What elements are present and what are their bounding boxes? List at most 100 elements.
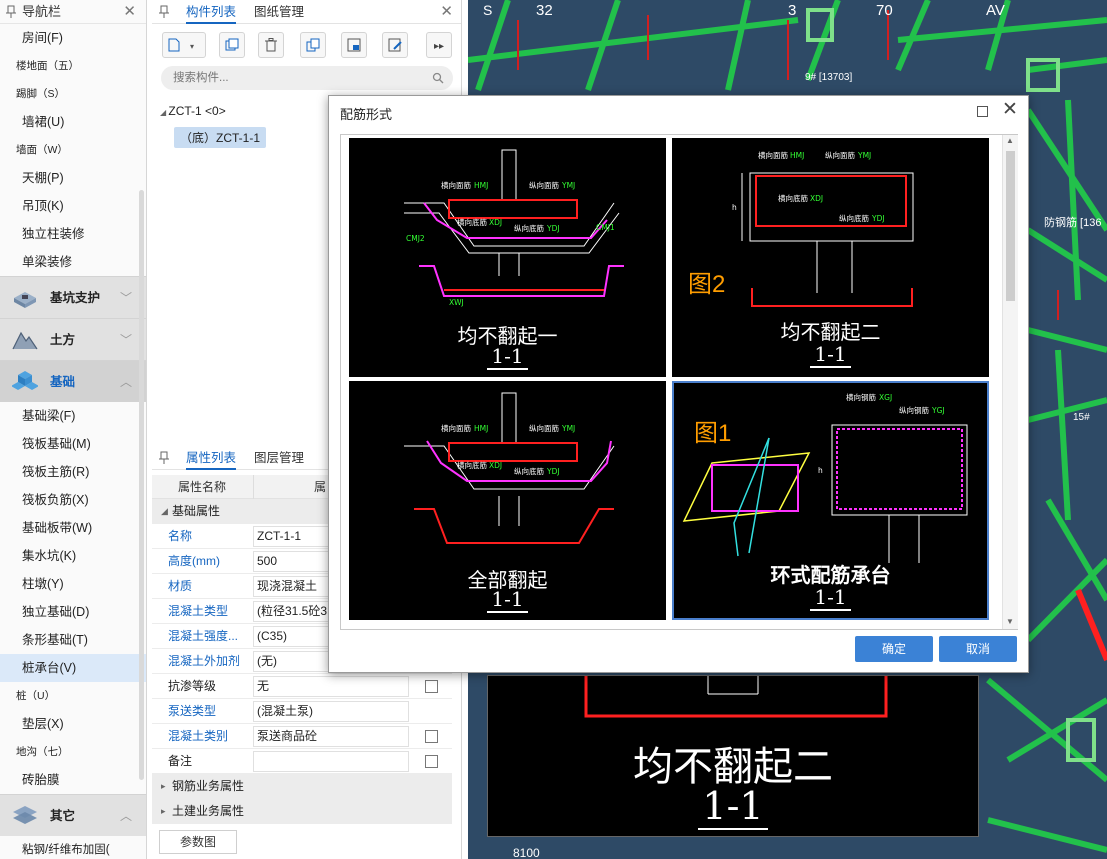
nav-item-foundation-7[interactable]: 独立基础(D): [0, 598, 146, 626]
annotation: 横向底筋: [457, 217, 487, 227]
nav-item-decoration-5[interactable]: 天棚(P): [0, 164, 146, 192]
nav-scrollbar[interactable]: [139, 190, 144, 780]
option-card-ring-rebar[interactable]: 横向钢筋 XGJ 纵向钢筋 YGJ h 图1 环式配筋承台 1-1: [672, 381, 989, 620]
more-button[interactable]: ▸▸: [426, 32, 452, 58]
nav-item-decoration-1[interactable]: 楼地面（五）: [0, 52, 146, 80]
annotation: XDJ: [810, 194, 823, 203]
nav-item-foundation-12[interactable]: 地沟（七）: [0, 738, 146, 766]
component-tabs: 构件列表 图纸管理 ✕: [152, 0, 461, 24]
property-checkbox[interactable]: [425, 680, 438, 693]
scroll-up-icon[interactable]: ▲: [1006, 136, 1014, 145]
property-checkbox[interactable]: [425, 730, 438, 743]
group-other-label: 其它: [50, 809, 76, 823]
chevron-down-icon: ﹀: [119, 333, 132, 347]
nav-item-foundation-13[interactable]: 砖胎膜: [0, 766, 146, 794]
annotation: XWJ: [449, 298, 464, 307]
annotation: 横向钢筋: [846, 392, 876, 402]
pin-icon[interactable]: [5, 5, 17, 19]
tab-layer-manage[interactable]: 图层管理: [254, 446, 304, 470]
axis-label: 3: [788, 2, 796, 19]
navigation-panel: 导航栏 ✕ 房间(F) 楼地面（五） 踢脚（S） 墙裙(U) 墙面（W） 天棚(P) 吊顶(…: [0, 0, 147, 859]
component-search-input[interactable]: [161, 66, 453, 90]
preview-section-label: 1-1: [488, 784, 978, 830]
property-value-field[interactable]: 无: [253, 676, 409, 697]
annotation: HMJ: [790, 151, 804, 160]
tree-node-root[interactable]: ◢ ZCT-1 <0>: [160, 104, 226, 118]
nav-item-foundation-3[interactable]: 筏板负筋(X): [0, 486, 146, 514]
close-icon[interactable]: ✕: [440, 0, 453, 24]
nav-item-steel-reinforce[interactable]: 粘钢/纤维布加固(: [0, 836, 146, 859]
scrollbar-thumb[interactable]: [1006, 151, 1015, 301]
property-value-field[interactable]: [253, 751, 409, 772]
property-name: 抗渗等级: [168, 679, 217, 693]
property-edit-button[interactable]: [382, 32, 408, 58]
nav-item-decoration-4[interactable]: 墙面（W）: [0, 136, 146, 164]
preview-drawing: 均不翻起二 1-1: [487, 675, 979, 837]
copy-button[interactable]: [219, 32, 245, 58]
property-name: 混凝土类型: [168, 604, 229, 618]
group-earthwork[interactable]: 土方 ﹀: [0, 318, 146, 360]
copy-to-floor-button[interactable]: [300, 32, 326, 58]
group-foundation[interactable]: 基础 ︿: [0, 360, 146, 402]
annotation: 横向面筋: [441, 423, 471, 433]
nav-item-foundation-10[interactable]: 桩（U）: [0, 682, 146, 710]
property-checkbox[interactable]: [425, 755, 438, 768]
expand-icon: ▸: [161, 781, 166, 791]
rebar-form-dialog: 配筋形式 ✕ 横向面筋 HMJ 纵向面筋 YMJ 横向底筋 XDJ 纵向底筋 Y…: [328, 95, 1029, 673]
gallery-scrollbar[interactable]: ▲ ▼: [1002, 135, 1018, 629]
copy-icon: [225, 38, 239, 51]
annotation: YDJ: [871, 214, 885, 223]
nav-item-decoration-3[interactable]: 墙裙(U): [0, 108, 146, 136]
nav-item-decoration-8[interactable]: 单梁装修: [0, 248, 146, 276]
maximize-icon[interactable]: [977, 106, 988, 117]
annotation: XDJ: [489, 461, 502, 470]
nav-item-foundation-11[interactable]: 垫层(X): [0, 710, 146, 738]
nav-item-foundation-1[interactable]: 筏板基础(M): [0, 430, 146, 458]
option-card-no-bend-2[interactable]: 横向面筋 HMJ 纵向面筋 YMJ 横向底筋 XDJ 纵向底筋 YDJ h 图2…: [672, 138, 989, 377]
nav-item-foundation-0[interactable]: 基础梁(F): [0, 402, 146, 430]
annotation: 横向底筋: [457, 460, 487, 470]
nav-item-decoration-2[interactable]: 踢脚（S）: [0, 80, 146, 108]
tab-drawing-manage[interactable]: 图纸管理: [254, 0, 304, 24]
axis-label: S: [483, 2, 492, 18]
property-value-field[interactable]: 泵送商品砼: [253, 726, 409, 747]
group-other[interactable]: 其它 ︿: [0, 794, 146, 836]
dimension-label: 8100: [513, 846, 540, 859]
nav-item-foundation-9[interactable]: 桩承台(V): [0, 654, 146, 682]
cancel-button[interactable]: 取消: [939, 636, 1017, 662]
parameter-diagram-button[interactable]: 参数图: [159, 830, 237, 854]
group-pit-label: 基坑支护: [50, 291, 101, 305]
delete-button[interactable]: [258, 32, 284, 58]
pin-icon[interactable]: [158, 5, 170, 19]
property-value-field[interactable]: (混凝土泵): [253, 701, 409, 722]
section-civil-properties[interactable]: ▸ 土建业务属性: [152, 799, 452, 824]
tab-property-list[interactable]: 属性列表: [186, 446, 237, 470]
nav-item-foundation-8[interactable]: 条形基础(T): [0, 626, 146, 654]
tab-component-list[interactable]: 构件列表: [186, 0, 237, 24]
axis-label: 70: [876, 2, 893, 19]
pin-icon[interactable]: [158, 451, 170, 465]
nav-item-decoration-7[interactable]: 独立柱装修: [0, 220, 146, 248]
close-icon[interactable]: ✕: [1002, 98, 1018, 121]
nav-item-foundation-6[interactable]: 柱墩(Y): [0, 570, 146, 598]
close-icon[interactable]: ✕: [123, 0, 136, 24]
scroll-down-icon[interactable]: ▼: [1006, 617, 1014, 626]
ok-button[interactable]: 确定: [855, 636, 933, 662]
nav-item-foundation-5[interactable]: 集水坑(K): [0, 542, 146, 570]
new-component-button[interactable]: ▾: [162, 32, 206, 58]
nav-item-foundation-2[interactable]: 筏板主筋(R): [0, 458, 146, 486]
option-card-no-bend-1[interactable]: 横向面筋 HMJ 纵向面筋 YMJ 横向底筋 XDJ 纵向底筋 YDJ CMJ2…: [349, 138, 666, 377]
option-card-all-bend[interactable]: 横向面筋 HMJ 纵向面筋 YMJ 横向底筋 XDJ 纵向底筋 YDJ 全部翻起…: [349, 381, 666, 620]
annotation: h: [732, 203, 737, 212]
section-rebar-properties[interactable]: ▸ 钢筋业务属性: [152, 774, 452, 799]
tree-node-selected[interactable]: （底）ZCT-1-1: [174, 127, 267, 148]
group-pit-support[interactable]: 基坑支护 ﹀: [0, 276, 146, 318]
property-name: 泵送类型: [168, 704, 217, 718]
layers-copy-icon: [306, 38, 320, 52]
nav-item-foundation-4[interactable]: 基础板带(W): [0, 514, 146, 542]
search-icon[interactable]: [432, 72, 444, 84]
floor-extract-button[interactable]: [341, 32, 367, 58]
nav-item-decoration-0[interactable]: 房间(F): [0, 24, 146, 52]
annotation: YDJ: [546, 224, 560, 233]
nav-item-decoration-6[interactable]: 吊顶(K): [0, 192, 146, 220]
